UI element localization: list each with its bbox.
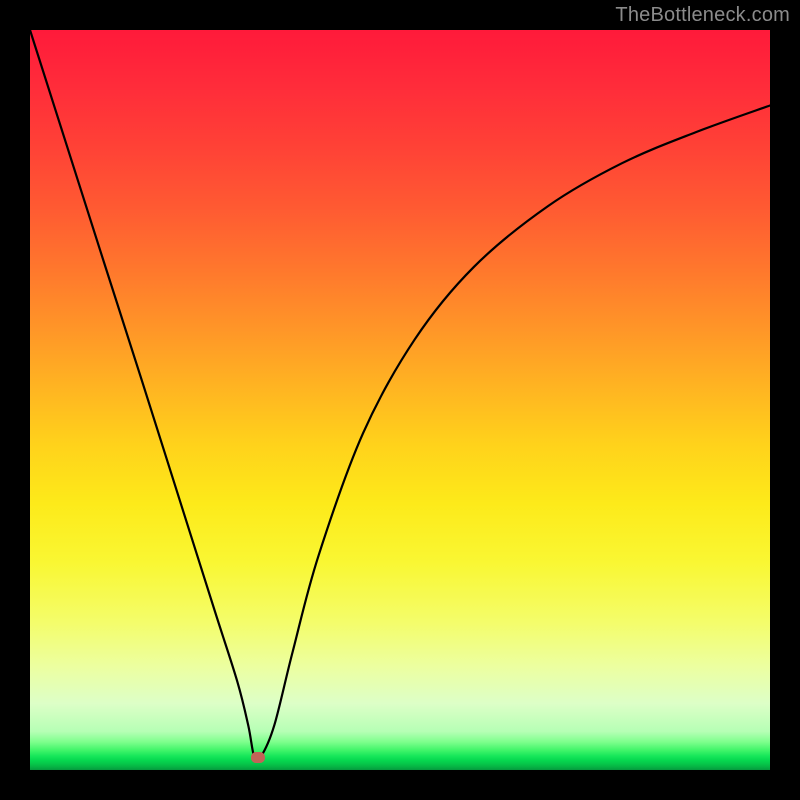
optimum-marker [251, 752, 265, 763]
bottleneck-curve [30, 30, 770, 770]
plot-area [30, 30, 770, 770]
chart-frame: TheBottleneck.com [0, 0, 800, 800]
curve-path [30, 30, 770, 761]
watermark-text: TheBottleneck.com [615, 4, 790, 27]
